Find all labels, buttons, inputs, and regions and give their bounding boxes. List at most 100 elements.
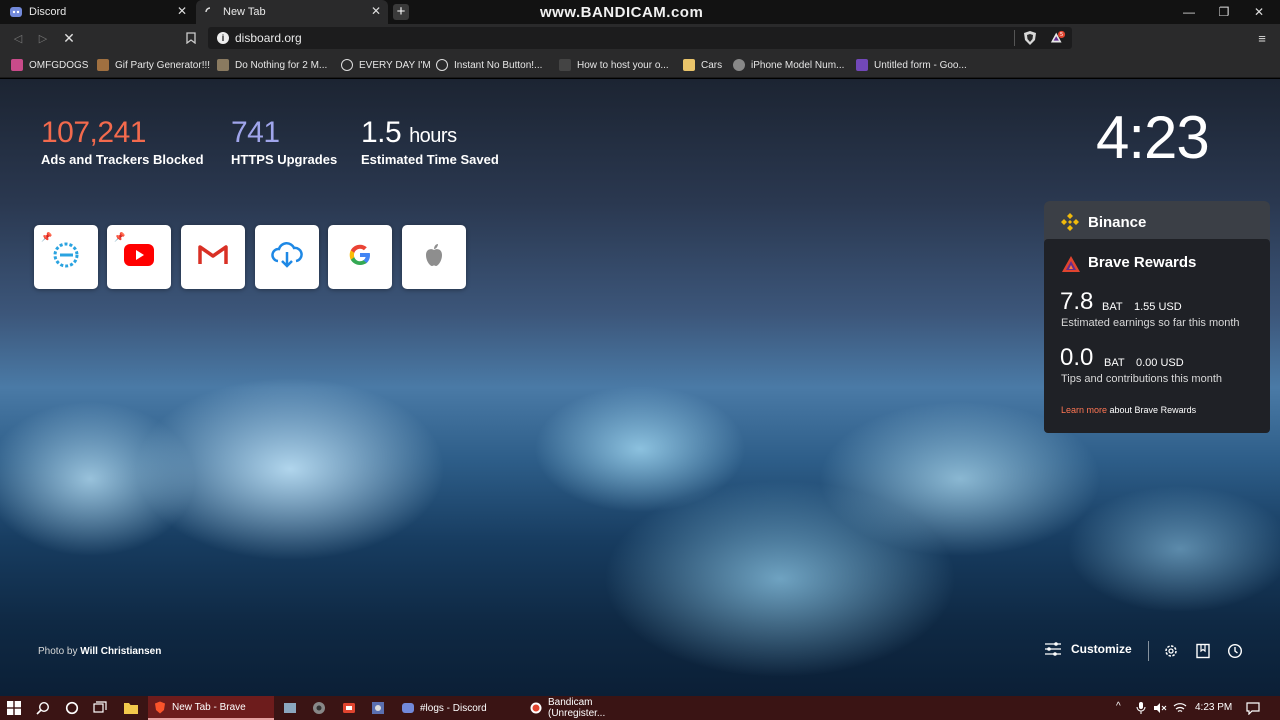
tips-desc: Tips and contributions this month [1061, 373, 1223, 385]
bookmark-untitled-form[interactable]: Untitled form - Goo... [856, 58, 967, 72]
media-app-icon[interactable] [311, 700, 327, 716]
pin-icon[interactable]: 📌 [114, 232, 125, 243]
microphone-icon[interactable] [1133, 700, 1149, 716]
top-site-google[interactable] [328, 225, 392, 289]
record-icon [530, 702, 542, 714]
svg-text:5: 5 [1060, 32, 1063, 38]
photo-icon [217, 59, 229, 71]
brave-rewards-widget: Brave Rewards 7.8 BAT 1.55 USD Estimated… [1044, 239, 1270, 433]
stop-loading-button[interactable]: ✕ [61, 30, 77, 46]
bookmark-gif-party[interactable]: Gif Party Generator!!! [97, 58, 210, 72]
footer-separator [1148, 641, 1149, 661]
tips-value: 0.0 [1060, 344, 1094, 371]
top-site-apple[interactable] [402, 225, 466, 289]
bat-logo-icon [1061, 255, 1081, 278]
taskbar-app-bandicam[interactable]: Bandicam (Unregister... [524, 696, 650, 720]
bookmark-every-day[interactable]: EVERY DAY I'M [341, 58, 431, 72]
task-view-icon[interactable] [92, 700, 108, 716]
globe-icon [341, 59, 353, 71]
windows-start-icon[interactable] [6, 700, 22, 716]
file-explorer-icon[interactable] [123, 700, 139, 716]
brave-rewards-icon[interactable]: 5 [1050, 30, 1066, 46]
bookmark-iphone-model[interactable]: iPhone Model Num... [733, 58, 844, 72]
apple-icon [733, 59, 745, 71]
new-tab-button[interactable]: + [393, 4, 409, 20]
history-icon[interactable] [1227, 643, 1243, 659]
bookmark-omfgdogs[interactable]: OMFGDOGS [11, 58, 88, 72]
loading-icon [204, 6, 216, 18]
dog-icon [11, 59, 23, 71]
photos-app-icon[interactable] [282, 700, 298, 716]
forms-icon [856, 59, 868, 71]
bookmark-instant-no[interactable]: Instant No Button!... [436, 58, 542, 72]
customize-button[interactable]: Customize [1044, 641, 1132, 657]
apple-icon [422, 242, 446, 273]
rewards-title: Brave Rewards [1088, 254, 1197, 271]
wifi-icon[interactable] [1172, 700, 1188, 716]
close-icon[interactable]: ✕ [370, 5, 382, 17]
folder-icon [683, 59, 695, 71]
chevron-up-icon[interactable]: ^ [1116, 701, 1121, 712]
earnings-unit: BAT [1102, 301, 1123, 313]
forward-button[interactable]: ▷ [35, 30, 51, 46]
earnings-usd: 1.55 USD [1134, 301, 1182, 313]
menu-icon[interactable]: ≡ [1254, 30, 1270, 46]
gear-icon[interactable] [1163, 643, 1179, 659]
stat-ads-blocked: 107,241 Ads and Trackers Blocked [41, 116, 204, 167]
learn-more-text: Learn more about Brave Rewards [1061, 405, 1197, 415]
taskbar-app-brave[interactable]: New Tab - Brave [148, 696, 274, 720]
close-icon[interactable]: ✕ [176, 5, 188, 17]
top-site-tile-1[interactable]: 📌 [34, 225, 98, 289]
cloud-download-icon [270, 241, 304, 274]
taskbar-clock[interactable]: 4:23 PM [1195, 702, 1232, 713]
ring-icon [49, 238, 83, 277]
stat-https-upgrades: 741 HTTPS Upgrades [231, 116, 337, 167]
tab-label: Discord [29, 6, 67, 18]
top-site-youtube[interactable]: 📌 [107, 225, 171, 289]
video-app-icon[interactable] [341, 700, 357, 716]
earnings-value: 7.8 [1060, 288, 1094, 315]
bookmark-cars[interactable]: Cars [683, 58, 722, 72]
notifications-icon[interactable] [1245, 700, 1261, 716]
stat-time-saved: 1.5 hours Estimated Time Saved [361, 116, 499, 167]
tab-new-tab[interactable]: New Tab ✕ [196, 0, 388, 24]
photo-author[interactable]: Will Christiansen [80, 646, 161, 657]
settings-app-icon[interactable] [370, 700, 386, 716]
top-site-download[interactable] [255, 225, 319, 289]
maximize-button[interactable]: ❐ [1207, 0, 1241, 24]
pin-icon[interactable]: 📌 [41, 232, 52, 243]
tab-label: New Tab [223, 6, 266, 18]
address-bar[interactable] [208, 27, 1072, 49]
top-site-gmail[interactable] [181, 225, 245, 289]
tab-discord[interactable]: Discord ✕ [0, 0, 194, 24]
window-close-button[interactable]: ✕ [1242, 0, 1276, 24]
cortana-icon[interactable] [64, 700, 80, 716]
taskbar-app-discord[interactable]: #logs - Discord [396, 696, 520, 720]
time-saved-label: Estimated Time Saved [361, 152, 499, 167]
volume-muted-icon[interactable] [1152, 700, 1168, 716]
back-button[interactable]: ◁ [10, 30, 26, 46]
search-icon[interactable] [35, 700, 51, 716]
bookmark-do-nothing[interactable]: Do Nothing for 2 M... [217, 58, 327, 72]
bookmark-icon[interactable] [183, 30, 199, 46]
bookmarks-icon[interactable] [1195, 643, 1211, 659]
learn-more-link[interactable]: Learn more [1061, 405, 1107, 415]
binance-icon [1060, 212, 1080, 237]
minimize-button[interactable]: — [1172, 0, 1206, 24]
info-icon[interactable]: i [217, 32, 229, 44]
binance-title: Binance [1088, 214, 1147, 231]
bookmark-how-to-host[interactable]: How to host your o... [559, 58, 669, 72]
binance-widget[interactable]: Binance [1044, 201, 1270, 241]
address-url[interactable]: disboard.org [235, 31, 302, 45]
party-icon [97, 59, 109, 71]
clock: 4:23 [1096, 104, 1210, 171]
youtube-icon [124, 243, 154, 271]
recording-watermark: www.BANDICAM.com [540, 4, 704, 21]
https-upgrades-label: HTTPS Upgrades [231, 152, 338, 167]
brave-shields-icon[interactable] [1022, 30, 1038, 46]
https-upgrades-count: 741 [231, 116, 280, 149]
time-saved-value: 1.5 hours [361, 116, 457, 149]
tips-unit: BAT [1104, 357, 1125, 369]
photo-credit: Photo by Will Christiansen [38, 646, 162, 657]
brave-icon [154, 701, 166, 713]
